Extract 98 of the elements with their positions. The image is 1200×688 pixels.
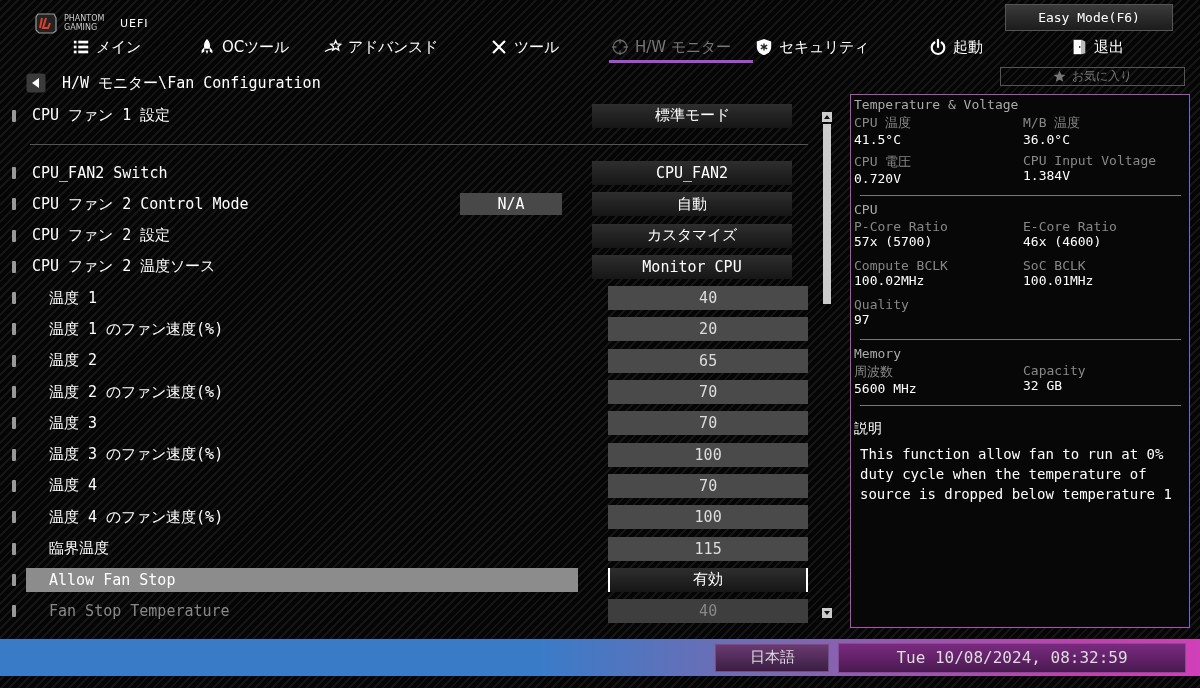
bullet-icon: [12, 417, 16, 430]
uefi-label: UEFI: [120, 16, 149, 30]
nav-tab[interactable]: H/W モニター: [609, 34, 753, 63]
setting-label[interactable]: 温度 1 のファン速度(%): [26, 317, 579, 342]
crosshair-icon: [611, 38, 629, 56]
description-text: This function allow fan to run at 0% duty cycle when the temperature of source is dropped below temperature 1: [859, 445, 1173, 504]
value-field[interactable]: 100: [608, 505, 808, 530]
bullet-icon: [12, 542, 16, 555]
info-label: CPU 温度: [854, 114, 913, 132]
nav-tab[interactable]: OCツール: [196, 34, 322, 63]
info-label: Quality: [854, 297, 910, 312]
nav-tab[interactable]: アドバンスド: [322, 34, 488, 63]
info-label: Compute BCLK: [854, 258, 949, 273]
option-button[interactable]: CPU_FAN2: [592, 160, 792, 185]
value-field[interactable]: 40: [608, 286, 808, 311]
setting-label[interactable]: 温度 1: [26, 286, 579, 311]
value-field[interactable]: 70: [608, 473, 808, 498]
value-field[interactable]: 70: [608, 411, 808, 436]
nav-tab[interactable]: メイン: [70, 34, 196, 63]
value-field[interactable]: 70: [608, 380, 808, 404]
section-title: Memory: [854, 346, 902, 361]
brand-name: PHANTOM GAMING: [64, 14, 106, 32]
shield-icon: [755, 38, 773, 56]
nav-tab[interactable]: ツール: [488, 34, 609, 63]
info-value: 46x (4600): [1023, 234, 1103, 249]
info-label: E-Core Ratio: [1023, 219, 1118, 234]
setting-label[interactable]: CPU_FAN2 Switch: [26, 160, 562, 185]
nav-tab[interactable]: セキュリティ: [753, 34, 927, 63]
bullet-icon: [12, 260, 16, 273]
star-icon: [1053, 69, 1066, 83]
bullet-icon: [12, 323, 16, 336]
info-label: CPU Input Voltage: [1023, 153, 1158, 168]
bullet-icon: [12, 109, 16, 122]
list-icon: [72, 38, 90, 56]
setting-label[interactable]: CPU ファン 1 設定: [26, 103, 562, 128]
option-button[interactable]: 標準モード: [592, 103, 792, 128]
info-value: 32 GB: [1023, 378, 1064, 393]
bullet-icon: [12, 229, 16, 242]
value-field[interactable]: 100: [608, 442, 808, 467]
setting-label[interactable]: 温度 2: [26, 348, 579, 373]
setting-label[interactable]: 温度 3: [26, 411, 579, 436]
info-value: 97: [854, 312, 871, 327]
setting-label[interactable]: CPU ファン 2 設定: [26, 223, 562, 248]
info-value: 1.384V: [1023, 168, 1071, 183]
section-title: Temperature & Voltage: [854, 97, 1020, 112]
option-button[interactable]: 自動: [592, 192, 792, 217]
info-value: 100.02MHz: [854, 273, 926, 288]
bullet-icon: [12, 354, 16, 367]
setting-label[interactable]: 温度 4 のファン速度(%): [26, 505, 579, 530]
info-value: 57x (5700): [854, 234, 934, 249]
option-button[interactable]: Monitor CPU: [592, 254, 792, 279]
setting-label[interactable]: 温度 3 のファン速度(%): [26, 442, 579, 467]
back-button[interactable]: [26, 73, 46, 93]
status-badge: N/A: [460, 193, 562, 216]
datetime-display: Tue 10/08/2024, 08:32:59: [838, 642, 1186, 673]
power-icon: [929, 38, 947, 56]
nav-tab[interactable]: 起動: [927, 34, 1068, 63]
section-title: CPU: [854, 202, 879, 217]
bullet-icon: [12, 166, 16, 179]
bullet-icon: [12, 386, 16, 398]
description-title: 説明: [854, 420, 883, 438]
favorites-button[interactable]: お気に入り: [1000, 66, 1185, 86]
info-value: 36.0°C: [1023, 132, 1071, 147]
language-button[interactable]: 日本語: [715, 643, 829, 672]
setting-label[interactable]: CPU ファン 2 Control Mode: [26, 192, 456, 217]
easy-mode-button[interactable]: Easy Mode(F6): [1005, 4, 1173, 31]
bullet-icon: [12, 479, 16, 492]
info-label: 周波数: [854, 363, 894, 381]
bullet-icon: [12, 511, 16, 524]
info-label: P-Core Ratio: [854, 219, 949, 234]
bullet-icon: [12, 573, 16, 586]
setting-label[interactable]: CPU ファン 2 温度ソース: [26, 254, 562, 279]
info-value: 5600 MHz: [854, 381, 918, 396]
scrollbar-thumb[interactable]: [823, 124, 831, 304]
breadcrumb: H/W モニター\Fan Configuration: [62, 73, 321, 93]
info-value: 0.720V: [854, 171, 902, 186]
bullet-icon: [12, 448, 16, 461]
bullet-icon: [12, 292, 16, 305]
info-label: CPU 電圧: [854, 153, 913, 171]
value-field[interactable]: 65: [608, 348, 808, 373]
setting-label[interactable]: 臨界温度: [26, 536, 579, 561]
scroll-down-icon[interactable]: [822, 608, 832, 618]
bullet-icon: [12, 605, 16, 618]
nav-tab[interactable]: 退出: [1068, 34, 1126, 63]
logo-icon: [34, 11, 58, 35]
bullet-icon: [12, 198, 16, 211]
info-value: 41.5°C: [854, 132, 902, 147]
value-field[interactable]: 115: [608, 536, 808, 561]
info-value: 100.01MHz: [1023, 273, 1095, 288]
info-label: M/B 温度: [1023, 114, 1082, 132]
scroll-up-icon[interactable]: [822, 112, 832, 122]
info-label: SoC BCLK: [1023, 258, 1087, 273]
value-field[interactable]: 20: [608, 317, 808, 342]
setting-label[interactable]: 温度 2 のファン速度(%): [26, 380, 579, 404]
option-button[interactable]: カスタマイズ: [592, 223, 792, 248]
info-label: Capacity: [1023, 363, 1087, 378]
option-button[interactable]: 有効: [608, 567, 808, 592]
setting-label[interactable]: 温度 4: [26, 473, 579, 498]
